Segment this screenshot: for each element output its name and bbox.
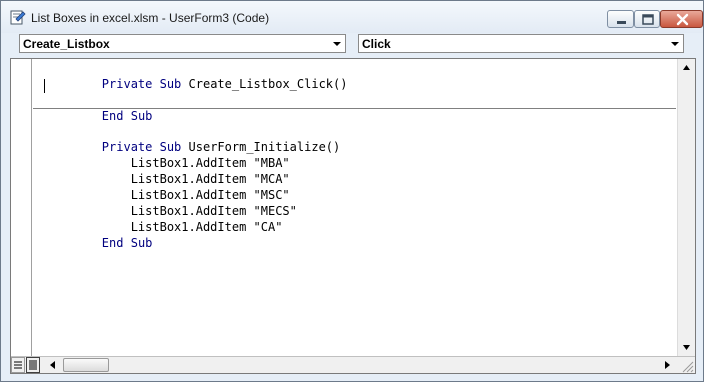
scroll-up-button[interactable] (678, 59, 695, 76)
scroll-left-button[interactable] (44, 357, 61, 373)
procedure-view-button[interactable] (11, 357, 25, 373)
code-line: ListBox1.AddItem "MSC" (44, 173, 290, 202)
vba-code-window-icon[interactable] (10, 10, 26, 26)
scroll-down-button[interactable] (678, 339, 695, 356)
code-line: ListBox1.AddItem "MBA" (44, 141, 290, 170)
title-bar[interactable]: List Boxes in excel.xlsm - UserForm3 (Co… (1, 1, 703, 33)
horizontal-scroll-thumb[interactable] (63, 358, 109, 372)
code-area[interactable]: Private Sub Create_Listbox_Click() End S… (33, 59, 676, 356)
code-line: Private Sub Create_Listbox_Click() (44, 62, 348, 91)
vertical-scrollbar[interactable] (677, 59, 695, 356)
maximize-button[interactable] (634, 10, 660, 28)
size-grip-icon[interactable] (677, 357, 695, 373)
window-title: List Boxes in excel.xlsm - UserForm3 (Co… (31, 11, 270, 25)
code-line: ListBox1.AddItem "MECS" (44, 189, 297, 218)
object-dropdown[interactable]: Create_Listbox (19, 34, 346, 53)
keyword: End (101, 236, 124, 250)
margin-indicator-bar[interactable] (11, 59, 32, 356)
chevron-down-icon[interactable] (667, 35, 683, 52)
close-icon (676, 13, 689, 26)
object-dropdown-value: Create_Listbox (23, 37, 110, 51)
code-line: End Sub (44, 94, 153, 123)
code-text: Create_Listbox_Click() (188, 77, 348, 91)
arrow-down-icon (683, 345, 690, 350)
keyword: Sub (159, 77, 182, 91)
bottom-bar (11, 356, 695, 373)
arrow-right-icon (665, 361, 670, 369)
procedure-dropdown[interactable]: Click (358, 34, 684, 53)
keyword: End (101, 109, 124, 123)
code-line: Private Sub UserForm_Initialize() (44, 125, 340, 154)
full-module-view-button[interactable] (26, 357, 40, 373)
text-caret (44, 79, 45, 93)
procedure-dropdown-value: Click (362, 37, 391, 51)
code-line: ListBox1.AddItem "CA" (44, 205, 283, 234)
minimize-button[interactable] (607, 10, 634, 28)
keyword: Sub (130, 236, 153, 250)
arrow-up-icon (683, 65, 690, 70)
maximize-icon (642, 14, 654, 25)
keyword: Sub (130, 109, 153, 123)
code-line: ListBox1.AddItem "MCA" (44, 157, 290, 186)
code-line: End Sub (44, 221, 153, 250)
scroll-right-button[interactable] (659, 357, 676, 373)
full-module-view-icon (29, 360, 37, 370)
arrow-left-icon (50, 361, 55, 369)
code-editor[interactable]: Private Sub Create_Listbox_Click() End S… (10, 58, 696, 374)
chevron-down-icon[interactable] (329, 35, 345, 52)
keyword: Private (101, 77, 153, 91)
minimize-icon (617, 21, 626, 24)
procedure-view-icon (14, 361, 22, 369)
vba-code-window: List Boxes in excel.xlsm - UserForm3 (Co… (0, 0, 704, 382)
close-button[interactable] (660, 10, 703, 28)
procedure-separator (33, 108, 676, 109)
